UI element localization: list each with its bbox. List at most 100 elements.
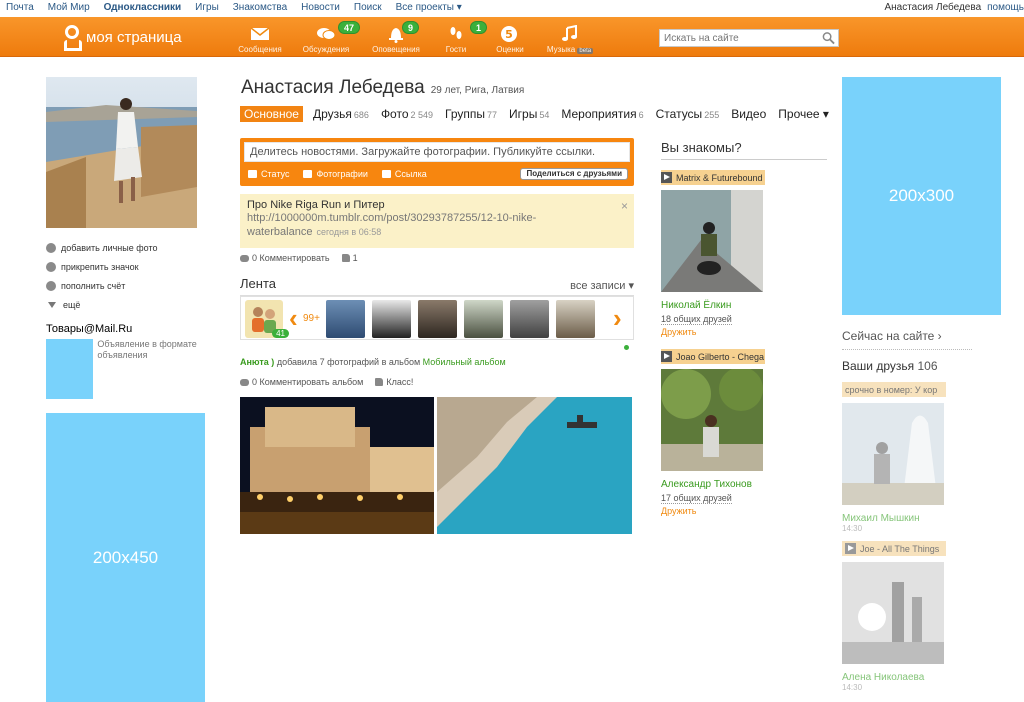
post-photo[interactable]	[437, 397, 632, 534]
portal-link-all-projects[interactable]: Все проекты ▾	[396, 2, 462, 13]
top-up-action[interactable]: пополнить счёт	[46, 276, 206, 295]
friend-avatar[interactable]	[326, 300, 365, 338]
tab-statuses-label: Статусы	[655, 107, 703, 121]
share-status-option[interactable]: Статус	[248, 169, 289, 179]
note-like-button[interactable]: 1	[341, 253, 358, 263]
goods-ad-image	[46, 339, 94, 399]
nav-music[interactable]: Музыка beta	[540, 17, 600, 57]
mutual-friends[interactable]: 18 общих друзей	[661, 314, 732, 325]
suggested-friend-name[interactable]: Александр Тихонов	[661, 479, 765, 490]
tab-events-count: 6	[638, 110, 644, 120]
svg-text:5: 5	[505, 28, 513, 41]
add-photo-action[interactable]: добавить личные фото	[46, 238, 206, 257]
nav-messages-label: Сообщения	[238, 45, 282, 54]
friend-avatar[interactable]	[418, 300, 457, 338]
ad-banner-right[interactable]: 200x300	[842, 77, 1001, 315]
portal-link-ok[interactable]: Одноклассники	[104, 2, 182, 13]
nav-music-label: Музыка	[546, 45, 576, 54]
note-title[interactable]: Про Nike Riga Run и Питер	[247, 199, 627, 211]
your-friends-header[interactable]: Ваши друзья 106	[842, 359, 938, 373]
music-status[interactable]: срочно в номер: У кор	[842, 382, 946, 397]
nav-ratings[interactable]: 5 Оценки	[480, 17, 540, 57]
more-action[interactable]: ещё	[46, 295, 206, 314]
friend-name[interactable]: Алена Николаева	[842, 672, 946, 683]
share-link-option[interactable]: Ссылка	[381, 169, 427, 179]
note-body: http://1000000m.tumblr.com/post/30293787…	[247, 211, 627, 239]
post-photo[interactable]	[240, 397, 434, 534]
portal-link-mail[interactable]: Почта	[6, 2, 34, 13]
attach-badge-action[interactable]: прикрепить значок	[46, 257, 206, 276]
suggested-friend-photo[interactable]	[661, 367, 763, 471]
share-box: Делитесь новостями. Загружайте фотографи…	[240, 138, 634, 186]
note-comment-label: 0 Комментировать	[252, 253, 330, 263]
friend-avatar[interactable]	[510, 300, 549, 338]
friends-strip-me[interactable]: 41	[245, 300, 289, 338]
friend-avatar[interactable]	[464, 300, 503, 338]
portal-help-link[interactable]: помощь	[987, 2, 1024, 13]
tab-friends-label: Друзья	[312, 107, 352, 121]
tab-other[interactable]: Прочее ▾	[776, 106, 831, 122]
tab-main[interactable]: Основное	[240, 106, 303, 122]
goods-title[interactable]: Товары@Mail.Ru	[46, 323, 206, 335]
nav-messages[interactable]: Сообщения	[230, 17, 290, 57]
online-now-link[interactable]: Сейчас на сайте ›	[842, 329, 972, 350]
portal-user-name[interactable]: Анастасия Лебедева	[884, 2, 981, 13]
friend-avatar[interactable]	[372, 300, 411, 338]
nav-notifications[interactable]: Оповещения 9	[366, 17, 426, 57]
close-icon[interactable]: ×	[621, 199, 628, 213]
tab-events[interactable]: Мероприятия 6	[559, 106, 645, 122]
note-link[interactable]: http://1000000m.tumblr.com/post/30293787…	[247, 212, 536, 238]
tab-friends[interactable]: Друзья 686	[311, 106, 371, 122]
tab-photos[interactable]: Фото 2 549	[379, 106, 435, 122]
friend-time: 14:30	[842, 524, 863, 533]
goods-ad-text: Объявление в формате объявления	[97, 339, 197, 360]
tab-games[interactable]: Игры 54	[507, 106, 551, 122]
chevron-left-icon[interactable]: ‹	[289, 305, 298, 331]
suggested-friend-name[interactable]: Николай Ёлкин	[661, 300, 765, 311]
mutual-friends[interactable]: 17 общих друзей	[661, 493, 732, 504]
tab-other-label: Прочее ▾	[778, 107, 829, 121]
ad-banner-left[interactable]: 200x450	[46, 413, 205, 702]
nav-ratings-label: Оценки	[496, 45, 524, 54]
play-icon	[845, 543, 856, 554]
feed-all-records[interactable]: все записи ▾	[570, 279, 634, 292]
friend-avatar[interactable]	[556, 300, 595, 338]
friend-name[interactable]: Михаил Мышкин	[842, 513, 946, 524]
friend-photo[interactable]	[842, 562, 944, 664]
post-author[interactable]: Анюта )	[240, 357, 274, 367]
portal-link-dating[interactable]: Знакомства	[233, 2, 287, 13]
music-status[interactable]: Joe - All The Things	[842, 541, 946, 556]
post-album-link[interactable]: Мобильный альбом	[423, 357, 506, 367]
portal-link-myworld[interactable]: Мой Мир	[48, 2, 90, 13]
search-icon[interactable]	[822, 31, 835, 45]
portal-link-games[interactable]: Игры	[195, 2, 219, 13]
post-comment-button[interactable]: 0 Комментировать альбом	[240, 377, 363, 387]
friend-photo[interactable]	[842, 403, 944, 505]
profile-photo-image	[46, 77, 197, 228]
post-photos	[240, 397, 632, 534]
portal-link-search[interactable]: Поиск	[354, 2, 382, 13]
nav-discussions[interactable]: Обсуждения 47	[296, 17, 361, 57]
logo[interactable]: моя страница	[62, 25, 182, 49]
add-friend-link[interactable]: Дружить	[661, 506, 765, 516]
share-input[interactable]: Делитесь новостями. Загружайте фотографи…	[244, 142, 630, 162]
suggested-friend-photo[interactable]	[661, 190, 763, 292]
note-comment-button[interactable]: 0 Комментировать	[240, 253, 330, 263]
add-friend-link[interactable]: Дружить	[661, 327, 765, 337]
tab-groups[interactable]: Группы 77	[443, 106, 499, 122]
note-like-count: 1	[352, 253, 358, 263]
share-photos-option[interactable]: Фотографии	[303, 169, 368, 179]
music-status[interactable]: Matrix & Futurebound	[661, 170, 765, 185]
thumbs-up-icon	[341, 254, 350, 262]
portal-link-news[interactable]: Новости	[301, 2, 340, 13]
profile-photo[interactable]	[46, 77, 197, 228]
tab-statuses[interactable]: Статусы 255	[654, 106, 722, 122]
chevron-right-icon[interactable]: ›	[613, 305, 622, 331]
nav-guests[interactable]: Гости 1	[426, 17, 488, 57]
goods-ad[interactable]: Объявление в формате объявления	[46, 339, 206, 399]
post-like-button[interactable]: Класс!	[375, 377, 413, 387]
music-status[interactable]: Joao Gilberto - Chega	[661, 349, 765, 364]
share-button[interactable]: Поделиться с друзьями	[520, 168, 628, 180]
search-input[interactable]	[660, 30, 818, 46]
tab-video[interactable]: Видео	[729, 106, 768, 122]
